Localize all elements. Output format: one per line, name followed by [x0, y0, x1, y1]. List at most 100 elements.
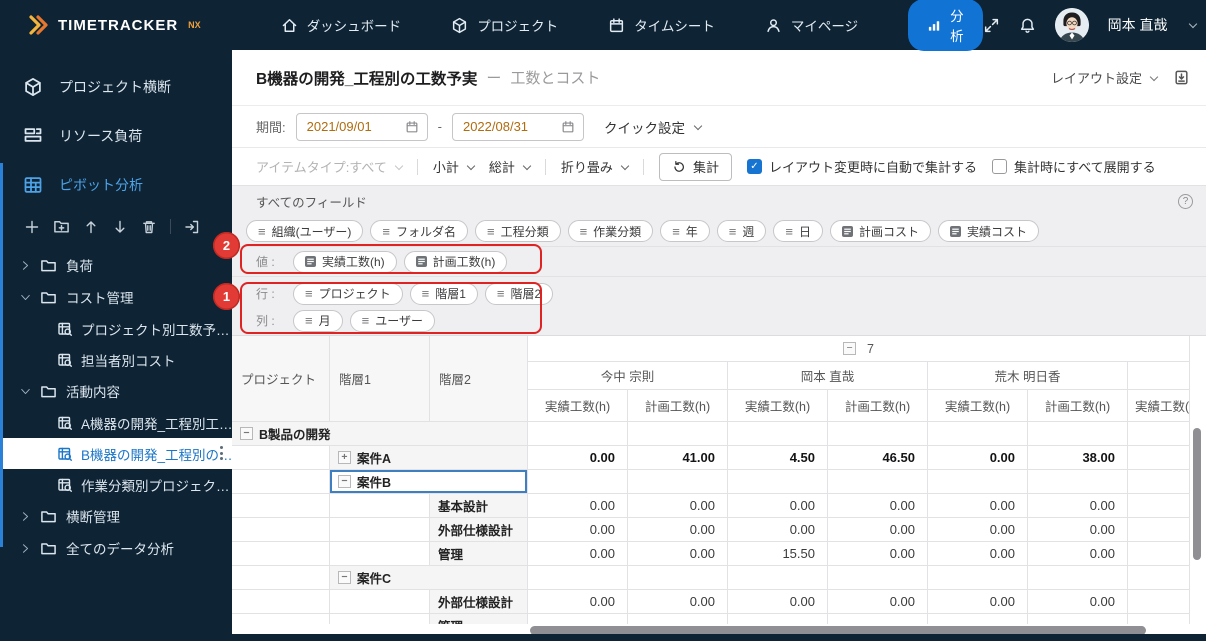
data-cell[interactable]: 0.00	[1028, 494, 1128, 518]
tree-report-device-a[interactable]: A機器の開発_工程別工…	[0, 407, 233, 438]
data-cell[interactable]: 0.00	[828, 518, 928, 542]
data-cell[interactable]	[1128, 446, 1190, 470]
move-down-icon[interactable]	[112, 219, 128, 235]
measure-header-overflow[interactable]: 実績工数(h)	[1128, 390, 1190, 422]
data-cell[interactable]: 0.00	[728, 518, 828, 542]
field-chip-measure[interactable]: 計画コスト	[830, 220, 932, 242]
data-cell[interactable]: 0.00	[928, 518, 1028, 542]
data-cell[interactable]	[928, 470, 1028, 494]
module-project-cross[interactable]: プロジェクト横断	[0, 62, 232, 111]
layout-settings-button[interactable]: レイアウト設定	[1051, 68, 1159, 87]
field-chip-measure[interactable]: 実績コスト	[938, 220, 1040, 242]
tree-folder-load[interactable]: 負荷	[0, 249, 232, 281]
row-label[interactable]: − B製品の開発	[232, 422, 528, 446]
column-group-header[interactable]: −7	[528, 336, 1190, 362]
data-cell[interactable]	[928, 566, 1028, 590]
quick-settings-button[interactable]: クイック設定	[604, 117, 703, 137]
field-chip[interactable]: 工程分類	[474, 220, 561, 242]
person-header[interactable]: 今中 宗則	[528, 362, 728, 390]
chevron-down-icon[interactable]	[20, 386, 31, 397]
data-cell[interactable]: 0.00	[628, 494, 728, 518]
data-cell[interactable]: 15.50	[728, 542, 828, 566]
data-cell[interactable]: 0.00	[1028, 590, 1128, 614]
tree-folder-cross-mgmt[interactable]: 横断管理	[0, 500, 232, 532]
user-avatar[interactable]	[1054, 8, 1089, 42]
fold-dropdown[interactable]: 折り畳み	[561, 157, 630, 176]
module-resource-load[interactable]: リソース負荷	[0, 111, 232, 160]
row-label[interactable]: 基本設計	[430, 494, 528, 518]
measure-header[interactable]: 実績工数(h)	[528, 390, 628, 422]
data-cell[interactable]: 0.00	[728, 590, 828, 614]
value-chip[interactable]: 実績工数(h)	[293, 250, 397, 273]
collapse-row-icon[interactable]: −	[240, 427, 253, 440]
tree-report-project-hours[interactable]: プロジェクト別工数予…	[0, 313, 232, 344]
data-cell[interactable]	[1128, 590, 1190, 614]
field-chip[interactable]: 日	[773, 220, 824, 242]
import-icon[interactable]	[184, 219, 200, 235]
data-cell[interactable]	[528, 470, 628, 494]
value-chip[interactable]: 計画工数(h)	[403, 250, 508, 273]
col-chip[interactable]: ユーザー	[349, 309, 435, 332]
tree-report-person-cost[interactable]: 担当者別コスト	[0, 344, 232, 375]
data-cell[interactable]	[828, 470, 928, 494]
aggregate-button[interactable]: 集計	[658, 152, 732, 181]
row-chip[interactable]: プロジェクト	[293, 282, 403, 305]
data-cell[interactable]	[728, 566, 828, 590]
data-cell[interactable]: 0.00	[628, 542, 728, 566]
data-cell[interactable]	[1028, 422, 1128, 446]
chevron-down-icon[interactable]	[20, 292, 31, 303]
nav-mypage[interactable]: マイページ	[765, 15, 858, 35]
data-cell[interactable]	[628, 422, 728, 446]
person-header[interactable]: 荒木 明日香	[928, 362, 1128, 390]
data-cell[interactable]: 0.00	[728, 494, 828, 518]
data-cell[interactable]: 0.00	[1028, 542, 1128, 566]
start-date-input[interactable]: 2021/09/01	[295, 112, 428, 141]
measure-header[interactable]: 実績工数(h)	[928, 390, 1028, 422]
measure-header[interactable]: 計画工数(h)	[628, 390, 728, 422]
data-cell[interactable]: 0.00	[928, 446, 1028, 470]
data-cell[interactable]: 0.00	[928, 494, 1028, 518]
tree-folder-activity[interactable]: 活動内容	[0, 375, 232, 407]
data-cell[interactable]	[1128, 422, 1190, 446]
data-cell[interactable]	[728, 470, 828, 494]
data-cell[interactable]: 41.00	[628, 446, 728, 470]
data-cell[interactable]	[1028, 470, 1128, 494]
add-icon[interactable]	[24, 219, 40, 235]
measure-header[interactable]: 計画工数(h)	[828, 390, 928, 422]
data-cell[interactable]	[1128, 494, 1190, 518]
move-up-icon[interactable]	[83, 219, 99, 235]
measure-header[interactable]: 実績工数(h)	[728, 390, 828, 422]
tree-folder-cost[interactable]: コスト管理	[0, 281, 232, 313]
expand-row-icon[interactable]: +	[338, 451, 351, 464]
column-header-2[interactable]: 階層1	[330, 336, 430, 422]
data-cell[interactable]	[628, 470, 728, 494]
measure-header[interactable]: 計画工数(h)	[1028, 390, 1128, 422]
row-label[interactable]: + 案件A	[330, 446, 528, 470]
data-cell[interactable]: 0.00	[628, 590, 728, 614]
data-cell[interactable]: 4.50	[728, 446, 828, 470]
data-cell[interactable]: 38.00	[1028, 446, 1128, 470]
row-label[interactable]: 外部仕様設計	[430, 518, 528, 542]
field-chip[interactable]: 組織(ユーザー)	[246, 220, 364, 242]
data-cell[interactable]: 46.50	[828, 446, 928, 470]
data-cell[interactable]	[1128, 470, 1190, 494]
row-label[interactable]: 管理	[430, 542, 528, 566]
add-folder-icon[interactable]	[53, 218, 70, 235]
auto-aggregate-checkbox[interactable]: ✓ レイアウト変更時に自動で集計する	[746, 157, 977, 176]
data-cell[interactable]: 0.00	[828, 590, 928, 614]
chevron-right-icon[interactable]	[20, 543, 31, 554]
field-chip[interactable]: フォルダ名	[370, 220, 468, 242]
column-header-3[interactable]: 階層2	[430, 336, 528, 422]
data-cell[interactable]	[1128, 542, 1190, 566]
module-pivot-analysis[interactable]: ピボット分析	[0, 160, 232, 209]
chevron-right-icon[interactable]	[20, 260, 31, 271]
data-cell[interactable]: 0.00	[528, 542, 628, 566]
field-chip[interactable]: 年	[660, 220, 710, 242]
data-cell[interactable]	[928, 422, 1028, 446]
data-cell[interactable]: 0.00	[928, 590, 1028, 614]
data-cell[interactable]: 0.00	[528, 518, 628, 542]
chevron-right-icon[interactable]	[20, 511, 31, 522]
tree-report-work-class[interactable]: 作業分類別プロジェク…	[0, 469, 232, 500]
user-name[interactable]: 岡本 直哉	[1108, 15, 1168, 35]
user-menu-chevron-icon[interactable]	[1188, 19, 1197, 29]
